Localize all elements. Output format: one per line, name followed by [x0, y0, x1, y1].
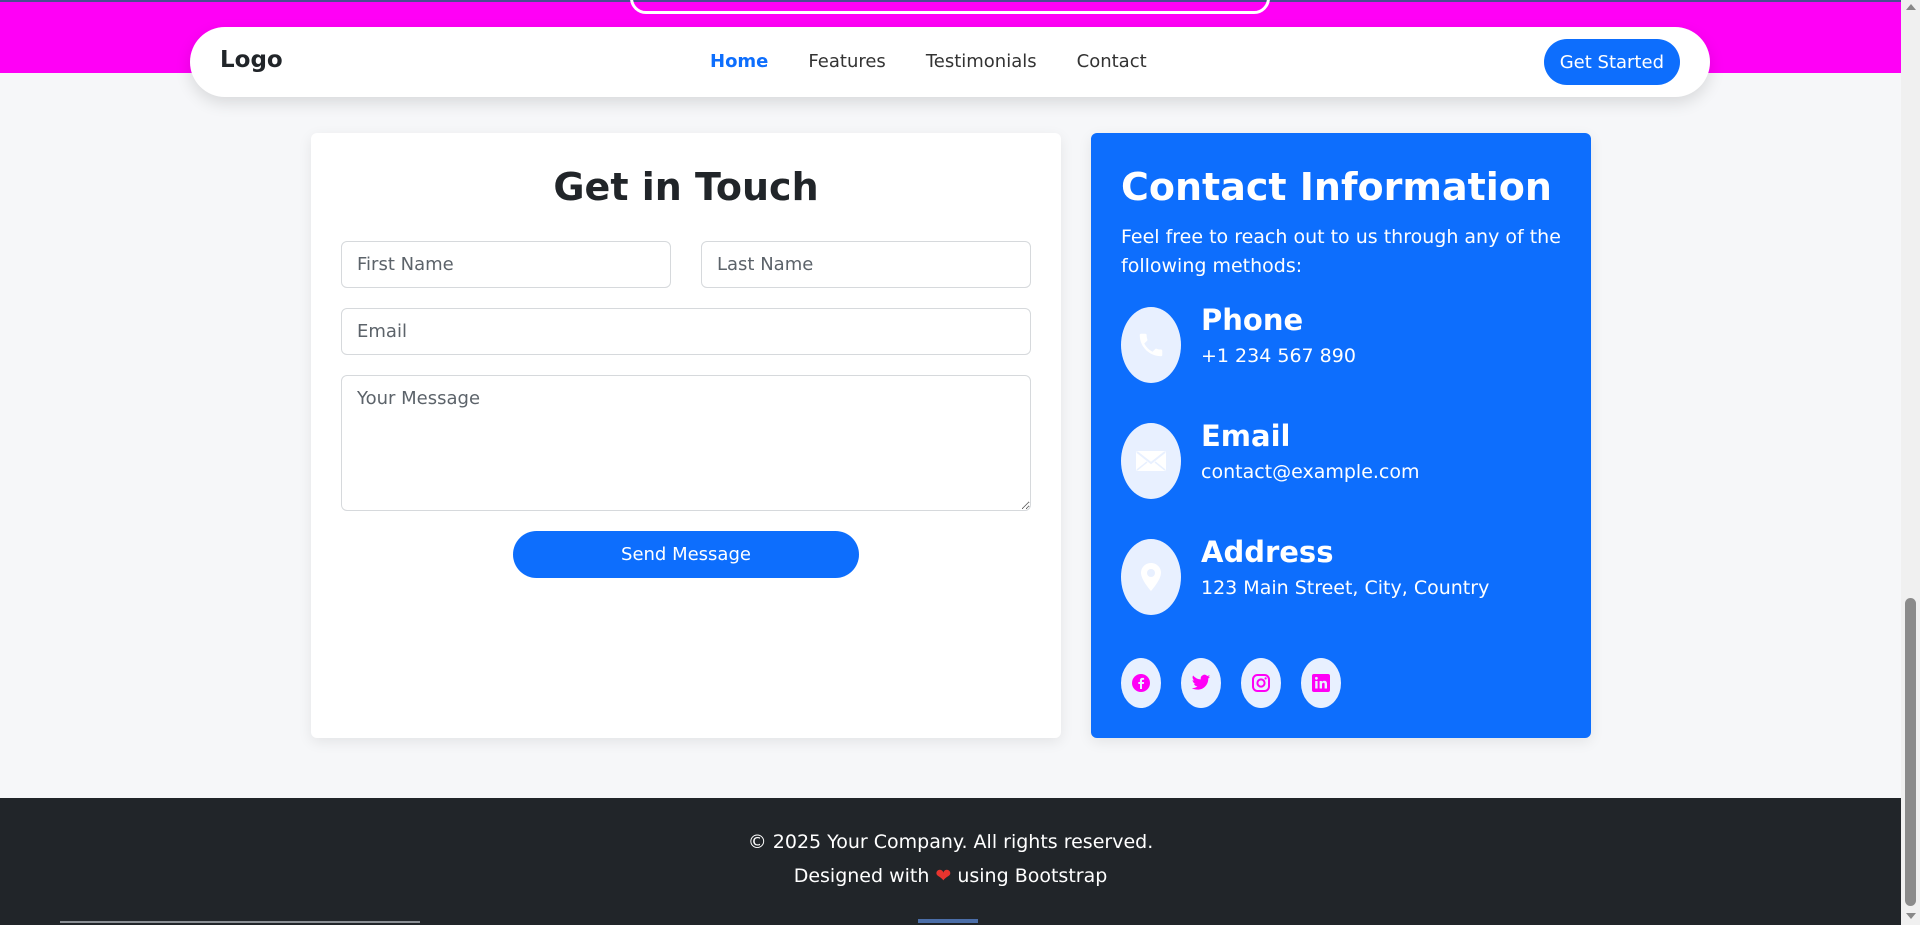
- last-name-input[interactable]: [701, 241, 1031, 288]
- email-input[interactable]: [341, 308, 1031, 355]
- form-title: Get in Touch: [553, 165, 819, 209]
- nav-link-contact[interactable]: Contact: [1077, 51, 1147, 72]
- facebook-icon[interactable]: [1121, 658, 1161, 708]
- footer-copyright: © 2025 Your Company. All rights reserved…: [747, 831, 1154, 853]
- nav-links: Home Features Testimonials Contact: [710, 51, 1187, 72]
- info-item-phone: Phone +1 234 567 890: [1121, 303, 1571, 383]
- info-item-email: Email contact@example.com: [1121, 419, 1571, 499]
- info-title: Contact Information: [1121, 165, 1552, 209]
- scroll-up-arrow-icon[interactable]: [1906, 4, 1916, 10]
- envelope-icon: [1121, 423, 1181, 499]
- info-item-address: Address 123 Main Street, City, Country: [1121, 535, 1571, 615]
- phone-icon: [1121, 307, 1181, 383]
- page-scrollbar[interactable]: [1901, 0, 1920, 925]
- footer-divider: [60, 921, 420, 923]
- hero-search-pill[interactable]: [630, 0, 1270, 14]
- address-heading: Address: [1201, 535, 1334, 569]
- linkedin-icon[interactable]: [1301, 658, 1341, 708]
- scroll-thumb[interactable]: [1905, 598, 1916, 906]
- footer-designed-suffix: using Bootstrap: [957, 865, 1108, 887]
- email-heading: Email: [1201, 419, 1291, 453]
- navbar: Logo Home Features Testimonials Contact …: [190, 27, 1710, 97]
- heart-icon: ❤: [935, 865, 952, 887]
- phone-value: +1 234 567 890: [1201, 345, 1356, 367]
- first-name-input[interactable]: [341, 241, 671, 288]
- logo[interactable]: Logo: [220, 47, 283, 73]
- map-pin-icon: [1121, 539, 1181, 615]
- contact-info-card: Contact Information Feel free to reach o…: [1091, 133, 1591, 738]
- phone-heading: Phone: [1201, 303, 1304, 337]
- contact-form-card: Get in Touch Send Message: [311, 133, 1061, 738]
- scroll-down-arrow-icon[interactable]: [1906, 913, 1916, 919]
- nav-link-testimonials[interactable]: Testimonials: [926, 51, 1037, 72]
- footer-indicator: [918, 919, 978, 923]
- footer: © 2025 Your Company. All rights reserved…: [0, 798, 1901, 925]
- info-description: Feel free to reach out to us through any…: [1121, 226, 1561, 277]
- instagram-icon[interactable]: [1241, 658, 1281, 708]
- footer-designed-with: Designed with ❤ using Bootstrap: [0, 865, 1901, 887]
- social-links: [1121, 658, 1361, 708]
- twitter-icon[interactable]: [1181, 658, 1221, 708]
- nav-link-home[interactable]: Home: [710, 51, 768, 72]
- nav-link-features[interactable]: Features: [808, 51, 885, 72]
- email-value[interactable]: contact@example.com: [1201, 461, 1420, 483]
- get-started-button[interactable]: Get Started: [1543, 39, 1680, 85]
- message-textarea[interactable]: [341, 375, 1031, 511]
- page: Logo Home Features Testimonials Contact …: [0, 0, 1901, 925]
- send-message-button[interactable]: Send Message: [513, 531, 859, 578]
- footer-designed-prefix: Designed with: [793, 865, 930, 887]
- address-value: 123 Main Street, City, Country: [1201, 577, 1490, 599]
